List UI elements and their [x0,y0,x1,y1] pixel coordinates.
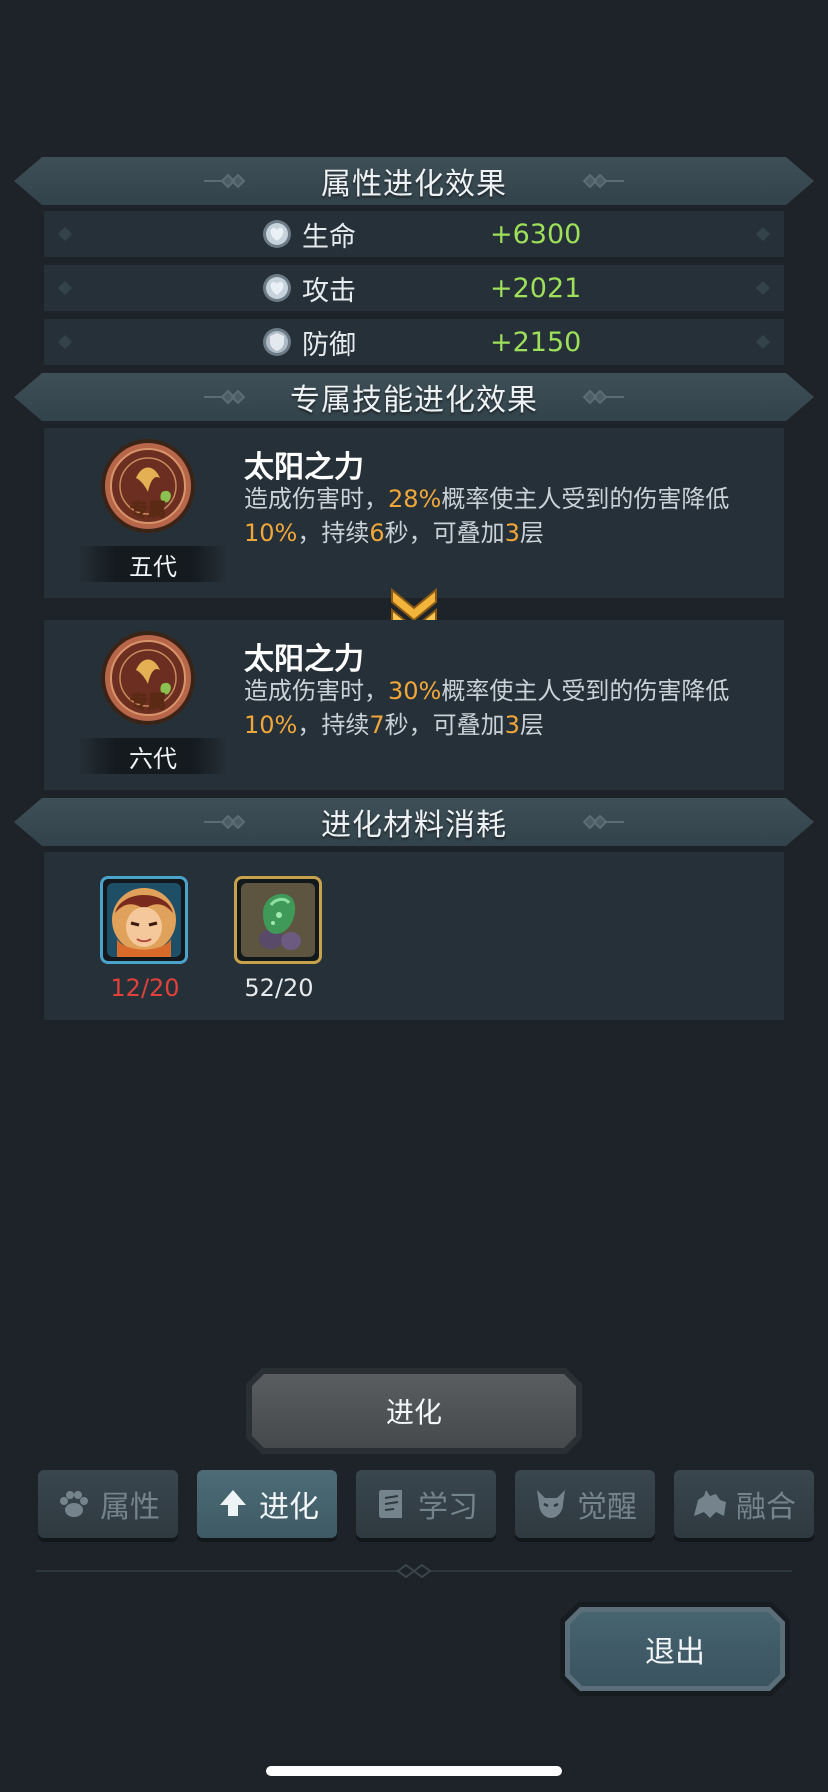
tab-label: 觉醒 [577,1490,637,1525]
attr-value: +2021 [490,272,582,304]
material-count: 52/20 [244,974,314,1002]
material-item[interactable]: 12/20 [100,876,190,1002]
ornament-icon [204,174,256,188]
ornament-icon [572,390,624,404]
skill-description: 造成伤害时，30%概率使主人受到的伤害降低10%，持续7秒，可叠加3层 [244,677,730,739]
row-ornament [755,226,771,242]
row-ornament [755,334,771,350]
fusion-icon [694,1490,726,1518]
tab-label: 融合 [736,1490,796,1525]
exit-button-face: 退出 [570,1612,780,1686]
tab-label: 进化 [259,1490,319,1525]
ornament-icon [396,1563,432,1579]
tab-learning[interactable]: 学习 [356,1470,496,1538]
row-ornament [755,280,771,296]
skill-panel-current: 专属 五代 太阳之力 造成伤害时，28%概率使主人受到的伤害降低10%，持续6秒… [44,428,784,598]
attr-value: +2150 [490,326,582,358]
ornament-icon [204,815,256,829]
evolve-button-label: 进化 [385,1396,442,1429]
tab-fusion[interactable]: 融合 [674,1470,814,1538]
shield-icon [263,328,291,356]
arrow-up-icon [220,1490,246,1516]
exit-button[interactable]: 退出 [560,1602,790,1696]
attr-value: +6300 [490,218,582,250]
attr-row-attack: 攻击 +2021 [44,265,784,311]
attr-section-title: 属性进化效果 [321,167,507,202]
attr-section-header: 属性进化效果 [14,157,814,205]
row-ornament [57,280,73,296]
exit-button-label: 退出 [645,1635,705,1670]
ornament-icon [572,815,624,829]
beast-head-icon [537,1490,565,1518]
attr-row-hp: 生命 +6300 [44,211,784,257]
sun-power-skill-icon: 专属 [101,439,195,533]
evolve-button[interactable]: 进化 [246,1368,582,1454]
attr-name: 攻击 [302,275,356,307]
tab-awakening[interactable]: 觉醒 [515,1470,655,1538]
material-frame[interactable] [234,876,322,964]
skill-description: 造成伤害时，28%概率使主人受到的伤害降低10%，持续6秒，可叠加3层 [244,485,730,547]
sun-power-skill-icon: 专属 [101,631,195,725]
tab-label: 属性 [100,1490,160,1525]
row-ornament [57,334,73,350]
generation-label: 六代 [78,738,228,774]
badge-text: 专属 [130,691,166,713]
attr-name: 防御 [302,329,356,361]
ornament-icon [572,174,624,188]
heart-shield-icon [263,274,291,302]
attr-row-defense: 防御 +2150 [44,319,784,365]
character-portrait-icon [107,883,181,957]
material-item[interactable]: 52/20 [234,876,324,1002]
skill-section-title: 专属技能进化效果 [290,383,538,418]
skill-panel-next: 专属 六代 太阳之力 造成伤害时，30%概率使主人受到的伤害降低10%，持续7秒… [44,620,784,790]
material-count: 12/20 [110,974,180,1002]
badge-text: 专属 [130,499,166,521]
generation-label: 五代 [78,546,228,582]
material-frame[interactable] [100,876,188,964]
heart-shield-icon [263,220,291,248]
tab-evolution[interactable]: 进化 [197,1470,337,1538]
tab-label: 学习 [418,1490,478,1525]
skill-name: 太阳之力 [244,642,364,677]
material-section-header: 进化材料消耗 [14,798,814,846]
skill-section-header: 专属技能进化效果 [14,373,814,421]
row-ornament [57,226,73,242]
tab-attributes[interactable]: 属性 [38,1470,178,1538]
attr-name: 生命 [302,221,356,253]
material-section-title: 进化材料消耗 [321,808,507,843]
paw-icon [60,1491,88,1517]
green-crystal-icon [241,883,315,957]
home-indicator[interactable] [266,1766,562,1776]
material-panel: 12/20 52/20 [44,852,784,1020]
book-icon [379,1490,402,1518]
skill-name: 太阳之力 [244,450,364,485]
ornament-icon [204,390,256,404]
